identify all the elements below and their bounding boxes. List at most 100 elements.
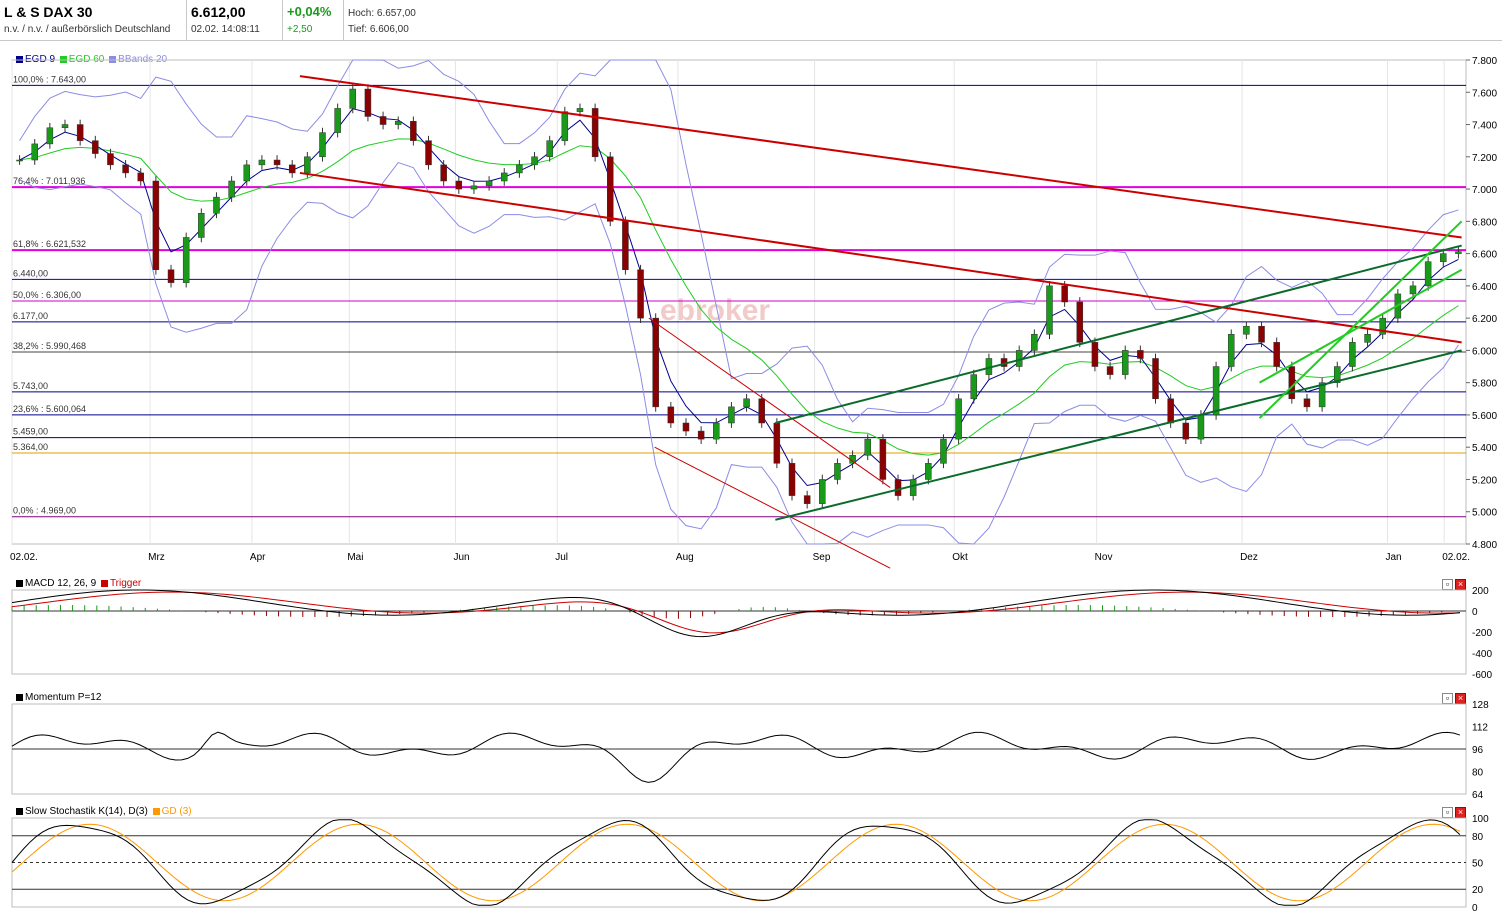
price-chart[interactable]: 02.02. Mrz Apr Mai Jun Jul Aug Sep Okt Nov Dez Jan 0… <box>0 52 1502 570</box>
candle-body <box>819 479 826 504</box>
level-label: 100,0% : 7.643,00 <box>13 74 86 84</box>
plot-frame <box>11 589 1467 675</box>
y-tick-label: 96 <box>1472 745 1484 756</box>
x-tick-label: Mrz <box>148 552 165 563</box>
candle-body <box>682 422 690 432</box>
x-tick-label: 02.02. <box>10 552 38 563</box>
y-tick-label: 7.000 <box>1472 185 1497 196</box>
x-tick-label: Nov <box>1095 552 1113 563</box>
x-tick-label: Jul <box>555 552 568 563</box>
candle-body <box>440 164 447 182</box>
candle-body <box>713 422 720 440</box>
y-tick-label: 64 <box>1472 790 1484 798</box>
candle-body <box>1364 334 1371 343</box>
candle-body <box>485 180 493 187</box>
y-tick-label: 5.800 <box>1472 379 1497 390</box>
candle-body <box>394 121 402 125</box>
y-tick-label: 6.000 <box>1472 346 1497 357</box>
candle-body <box>637 269 644 319</box>
indicator-line <box>11 731 1461 783</box>
candle-body <box>803 495 811 504</box>
exchange-info: n.v. / n.v. / außerbörslich Deutschland <box>4 24 171 35</box>
candle-body <box>1409 285 1417 295</box>
candle-body <box>1152 358 1159 400</box>
candle-body <box>697 430 705 440</box>
candle-body <box>773 422 781 464</box>
x-tick-label: Apr <box>250 552 266 563</box>
y-tick-label: 112 <box>1472 723 1488 734</box>
candle-body <box>516 164 523 174</box>
y-tick-label: 0 <box>1472 607 1478 618</box>
x-tick-label: Jun <box>453 552 469 563</box>
macd-panel: MACD 12, 26, 9 Trigger ▫ × 200 0 -200 -400 -6… <box>0 576 1502 678</box>
candle-body <box>955 398 962 440</box>
candle-body <box>319 132 326 158</box>
candle-body <box>1455 251 1462 254</box>
trend-line-red-upper <box>299 75 1462 239</box>
candle-body <box>940 438 947 464</box>
x-tick-label: 02.02. <box>1442 552 1470 563</box>
y-tick-label: 5.000 <box>1472 508 1497 519</box>
candle-body <box>970 374 978 400</box>
y-tick-label: 7.400 <box>1472 121 1497 132</box>
bb-upper-line <box>19 59 1459 423</box>
level-label: 6.440,00 <box>13 268 48 278</box>
day-high: Hoch: 6.657,00 <box>348 8 416 19</box>
candle-body <box>1091 342 1099 367</box>
x-tick-label: Aug <box>676 552 694 563</box>
candle-body <box>743 398 750 408</box>
candle-body <box>61 124 69 129</box>
stochastic-chart: 100 80 50 20 0 <box>11 814 1489 911</box>
candle-body <box>1167 398 1174 424</box>
y-tick-label: 7.200 <box>1472 153 1497 164</box>
candle-body <box>1197 414 1205 440</box>
candle-body <box>576 108 584 112</box>
y-tick-label: 100 <box>1472 814 1489 825</box>
day-low: Tief: 6.606,00 <box>348 24 409 35</box>
y-tick-label: 128 <box>1472 700 1489 711</box>
level-label: 38,2% : 5.990,468 <box>13 341 86 351</box>
candle-body <box>1031 334 1038 351</box>
candle-body <box>607 156 614 222</box>
y-tick-label: 7.800 <box>1472 56 1497 67</box>
price-cell: 6.612,00 02.02. 14:08:11 <box>187 0 283 40</box>
level-label: 0,0% : 4.969,00 <box>13 506 76 516</box>
candle-body <box>425 140 432 166</box>
candle-body <box>1212 366 1220 416</box>
candle-body <box>864 438 871 456</box>
trend-line-green-lower <box>775 349 1462 521</box>
candle-body <box>591 108 599 158</box>
candle-body <box>1424 261 1432 287</box>
trend-line-red-lower <box>299 171 1462 344</box>
candle-body <box>561 111 569 141</box>
x-tick-label: Jan <box>1385 552 1401 563</box>
y-tick-label: -600 <box>1472 670 1492 678</box>
candle-body <box>16 159 23 162</box>
quote-header: L & S DAX 30 n.v. / n.v. / außerbörslich… <box>0 0 1502 41</box>
candle-body <box>1243 325 1250 335</box>
level-label: 5.743,00 <box>13 381 48 391</box>
candle-body <box>728 406 735 424</box>
candle-body <box>273 159 281 166</box>
candle-body <box>304 156 311 174</box>
indicator-line <box>11 589 1460 638</box>
y-tick-label: 5.400 <box>1472 443 1497 454</box>
candle-body <box>834 463 841 480</box>
candle-body <box>107 153 114 166</box>
candle-body <box>31 143 38 161</box>
candle-body <box>758 398 765 424</box>
candle-body <box>334 108 341 133</box>
candle-body <box>470 185 478 190</box>
candle-body <box>1182 422 1190 440</box>
candle-body <box>46 127 54 145</box>
candle-body <box>879 438 887 480</box>
y-tick-label: 6.600 <box>1472 250 1497 261</box>
candle-body <box>667 406 675 424</box>
y-tick-label: 5.200 <box>1472 475 1497 486</box>
candle-body <box>410 121 417 141</box>
candle-body <box>531 156 538 166</box>
y-tick-label: -400 <box>1472 649 1492 660</box>
candle-body <box>243 164 251 182</box>
candle-body <box>1349 342 1356 367</box>
y-tick-label: -200 <box>1472 628 1492 639</box>
